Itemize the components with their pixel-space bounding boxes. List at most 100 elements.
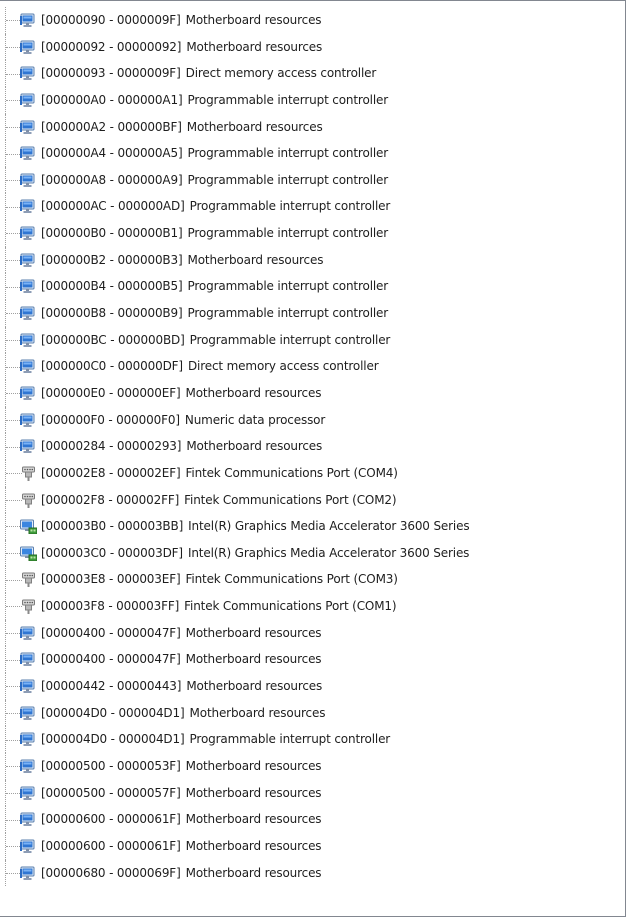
com-port-icon (22, 466, 35, 481)
device-name: Motherboard resources (185, 625, 322, 640)
tree-item[interactable]: [000000A4 - 000000A5] Programmable interr… (0, 140, 625, 167)
tree-item-label: [000000E0 - 000000EF] Motherboard resourc… (41, 380, 321, 407)
tree-item[interactable]: [00000442 - 00000443] Motherboard resourc… (0, 673, 625, 700)
system-device-icon (20, 706, 35, 721)
tree-item[interactable]: [000000AC - 000000AD] Programmable interr… (0, 193, 625, 221)
system-device-icon (20, 626, 35, 641)
tree-item-label: [000000A4 - 000000A5] Programmable interr… (41, 140, 388, 167)
system-device-icon (20, 120, 35, 135)
device-name: Direct memory access controller (185, 66, 377, 81)
io-range: [000002E8 - 000002EF] (41, 465, 181, 480)
tree-item[interactable]: [000000A0 - 000000A1] Programmable interr… (0, 86, 625, 114)
io-range: [00000500 - 0000053F] (41, 758, 181, 773)
io-range: [00000090 - 0000009F] (41, 13, 181, 27)
system-device-icon (20, 226, 35, 241)
device-name: Programmable interrupt controller (187, 306, 389, 321)
system-device-icon (20, 866, 35, 880)
device-name: Programmable interrupt controller (187, 279, 389, 294)
device-name: Programmable interrupt controller (189, 199, 391, 214)
tree-item[interactable]: [000003E8 - 000003EF] Fintek Communicatio… (0, 566, 625, 594)
device-name: Numeric data processor (184, 412, 326, 427)
device-tree-panel: [00000090 - 0000009F] Motherboard resourc… (0, 0, 626, 917)
system-device-icon (20, 66, 35, 81)
tree-item-label: [00000680 - 0000069F] Motherboard resourc… (41, 860, 322, 887)
device-name: Fintek Communications Port (COM1) (184, 599, 397, 614)
tree-item-label: [000000A2 - 000000BF] Motherboard resourc… (41, 114, 323, 141)
device-name: Motherboard resources (185, 385, 322, 400)
system-device-icon (20, 386, 35, 401)
io-range: [000000E0 - 000000EF] (41, 385, 181, 400)
io-range: [00000284 - 00000293] (41, 439, 182, 454)
tree-item-label: [000003C0 - 000003DF] Intel(R) Graphics M… (41, 540, 469, 567)
io-range: [000000A8 - 000000A9] (41, 172, 183, 187)
tree-item[interactable]: [000003F8 - 000003FF] Fintek Communicatio… (0, 593, 625, 620)
io-range: [000004D0 - 000004D1] (41, 732, 185, 747)
tree-item-label: [00000093 - 0000009F] Direct memory acces… (41, 60, 376, 87)
io-range: [000000C0 - 000000DF] (41, 359, 183, 374)
tree-item[interactable]: [00000400 - 0000047F] Motherboard resourc… (0, 646, 625, 674)
device-name: Motherboard resources (185, 865, 322, 880)
tree-item[interactable]: [000002E8 - 000002EF] Fintek Communicatio… (0, 459, 625, 487)
tree-item[interactable]: [000000B0 - 000000B1] Programmable interr… (0, 220, 625, 247)
tree-item[interactable]: [000004D0 - 000004D1] Motherboard resourc… (0, 699, 625, 727)
io-resource-tree: [00000090 - 0000009F] Motherboard resourc… (0, 7, 625, 916)
io-range: [000000F0 - 000000F0] (41, 412, 180, 427)
tree-item[interactable]: [00000284 - 00000293] Motherboard resourc… (0, 433, 625, 460)
tree-item[interactable]: [000003C0 - 000003DF] Intel(R) Graphics M… (0, 539, 625, 567)
device-name: Programmable interrupt controller (187, 146, 389, 161)
tree-item[interactable]: [00000093 - 0000009F] Direct memory acces… (0, 60, 625, 87)
tree-item-label: [00000442 - 00000443] Motherboard resourc… (41, 673, 322, 700)
tree-item[interactable]: [00000600 - 0000061F] Motherboard resourc… (0, 806, 625, 833)
tree-item[interactable]: [00000092 - 00000092] Motherboard resourc… (0, 33, 625, 61)
tree-item[interactable]: [000004D0 - 000004D1] Programmable interr… (0, 726, 625, 753)
tree-item-label: [000003B0 - 000003BB] Intel(R) Graphics M… (41, 513, 470, 540)
device-name: Intel(R) Graphics Media Accelerator 3600… (187, 545, 470, 560)
tree-item-label: [000000B8 - 000000B9] Programmable interr… (41, 300, 388, 327)
device-name: Motherboard resources (185, 812, 322, 827)
tree-item[interactable]: [000003B0 - 000003BB] Intel(R) Graphics M… (0, 513, 625, 540)
tree-item-label: [00000400 - 0000047F] Motherboard resourc… (41, 620, 322, 647)
tree-item[interactable]: [000000C0 - 000000DF] Direct memory acces… (0, 353, 625, 380)
system-device-icon (20, 413, 35, 428)
tree-item[interactable]: [00000400 - 0000047F] Motherboard resourc… (0, 619, 625, 647)
tree-item[interactable]: [00000090 - 0000009F] Motherboard resourc… (0, 7, 625, 34)
device-name: Fintek Communications Port (COM3) (185, 572, 398, 587)
tree-item[interactable]: [000000B2 - 000000B3] Motherboard resourc… (0, 246, 625, 274)
io-range: [00000092 - 00000092] (41, 39, 182, 54)
device-name: Programmable interrupt controller (187, 92, 389, 107)
tree-item[interactable]: [00000500 - 0000053F] Motherboard resourc… (0, 752, 625, 780)
io-range: [00000680 - 0000069F] (41, 865, 181, 880)
tree-item[interactable]: [000000B4 - 000000B5] Programmable interr… (0, 273, 625, 301)
system-device-icon (20, 359, 35, 374)
device-name: Motherboard resources (187, 252, 324, 267)
system-device-icon (20, 146, 35, 161)
tree-item[interactable]: [000000BC - 000000BD] Programmable interr… (0, 326, 625, 354)
tree-item-label: [00000284 - 00000293] Motherboard resourc… (41, 433, 322, 460)
tree-item[interactable]: [000000B8 - 000000B9] Programmable interr… (0, 300, 625, 327)
device-name: Motherboard resources (185, 758, 322, 773)
device-name: Programmable interrupt controller (187, 226, 389, 241)
tree-item[interactable]: [000000E0 - 000000EF] Motherboard resourc… (0, 379, 625, 407)
tree-item[interactable]: [000000A8 - 000000A9] Programmable interr… (0, 166, 625, 194)
display-adapter-icon (20, 519, 37, 535)
tree-item[interactable]: [00000680 - 0000069F] Motherboard resourc… (0, 859, 625, 887)
io-range: [000000AC - 000000AD] (41, 199, 185, 214)
display-adapter-icon (20, 546, 37, 561)
system-device-icon (20, 439, 35, 454)
tree-item[interactable]: [00000500 - 0000057F] Motherboard resourc… (0, 779, 625, 807)
tree-item-label: [00000600 - 0000061F] Motherboard resourc… (41, 833, 322, 860)
tree-item-label: [00000092 - 00000092] Motherboard resourc… (41, 34, 322, 61)
system-device-icon (20, 652, 35, 667)
tree-item[interactable]: [000000A2 - 000000BF] Motherboard resourc… (0, 113, 625, 141)
device-name: Fintek Communications Port (COM2) (184, 492, 397, 507)
device-name: Motherboard resources (186, 679, 323, 694)
tree-item[interactable]: [000000F0 - 000000F0] Numeric data proces… (0, 406, 625, 434)
system-device-icon (20, 732, 35, 747)
tree-item[interactable]: [000002F8 - 000002FF] Fintek Communicatio… (0, 486, 625, 514)
tree-item-label: [00000400 - 0000047F] Motherboard resourc… (41, 646, 322, 673)
device-name: Motherboard resources (185, 785, 322, 800)
system-device-icon (20, 306, 35, 321)
device-name: Fintek Communications Port (COM4) (185, 465, 398, 480)
tree-item[interactable]: [00000600 - 0000061F] Motherboard resourc… (0, 832, 625, 860)
system-device-icon (20, 253, 35, 268)
